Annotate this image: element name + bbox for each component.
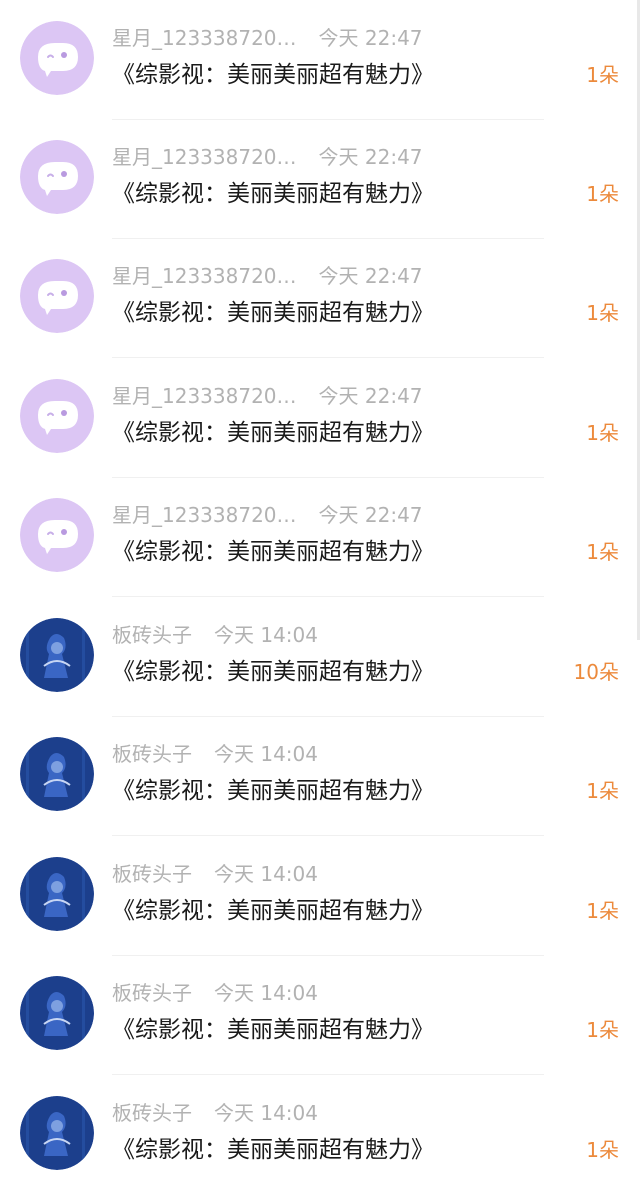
avatar[interactable]	[20, 857, 94, 931]
sender-name[interactable]: 星月_123338720…	[112, 382, 297, 410]
message-meta: 星月_123338720… 今天 22:47	[112, 382, 423, 410]
gift-count: 1朵	[586, 779, 619, 803]
work-title[interactable]: 《综影视：美丽美丽超有魅力》	[112, 774, 434, 808]
avatar[interactable]	[20, 1096, 94, 1170]
message-meta: 板砖头子 今天 14:04	[112, 979, 318, 1007]
message-meta: 板砖头子 今天 14:04	[112, 860, 318, 888]
work-title[interactable]: 《综影视：美丽美丽超有魅力》	[112, 416, 434, 450]
timestamp: 今天 22:47	[318, 384, 423, 408]
avatar[interactable]	[20, 737, 94, 811]
timestamp: 今天 14:04	[214, 862, 318, 886]
ghost-avatar-icon	[20, 379, 94, 453]
gift-count: 1朵	[586, 899, 619, 923]
message-meta: 星月_123338720… 今天 22:47	[112, 143, 423, 171]
message-meta: 板砖头子 今天 14:04	[112, 621, 318, 649]
timestamp: 今天 14:04	[214, 742, 318, 766]
ghost-avatar-icon	[20, 140, 94, 214]
work-title[interactable]: 《综影视：美丽美丽超有魅力》	[112, 655, 434, 689]
timestamp: 今天 22:47	[318, 503, 423, 527]
avatar[interactable]	[20, 259, 94, 333]
work-title[interactable]: 《综影视：美丽美丽超有魅力》	[112, 1013, 434, 1047]
avatar[interactable]	[20, 21, 94, 95]
list-item[interactable]: 星月_123338720… 今天 22:47 《综影视：美丽美丽超有魅力》 1朵	[0, 0, 640, 120]
blue-photo-avatar	[20, 1096, 94, 1170]
avatar[interactable]	[20, 976, 94, 1050]
gift-count: 1朵	[586, 421, 619, 445]
blue-photo-avatar	[20, 618, 94, 692]
list-item[interactable]: 板砖头子 今天 14:04 《综影视：美丽美丽超有魅力》 1朵	[0, 836, 640, 956]
message-meta: 星月_123338720… 今天 22:47	[112, 262, 423, 290]
list-item[interactable]: 星月_123338720… 今天 22:47 《综影视：美丽美丽超有魅力》 1朵	[0, 119, 640, 239]
blue-photo-avatar	[20, 737, 94, 811]
list-item[interactable]: 星月_123338720… 今天 22:47 《综影视：美丽美丽超有魅力》 1朵	[0, 238, 640, 358]
sender-name[interactable]: 板砖头子	[112, 860, 192, 888]
sender-name[interactable]: 星月_123338720…	[112, 143, 297, 171]
sender-name[interactable]: 板砖头子	[112, 1099, 192, 1127]
timestamp: 今天 22:47	[318, 145, 423, 169]
blue-photo-avatar	[20, 857, 94, 931]
list-item[interactable]: 板砖头子 今天 14:04 《综影视：美丽美丽超有魅力》 1朵	[0, 716, 640, 836]
timestamp: 今天 22:47	[318, 26, 423, 50]
sender-name[interactable]: 板砖头子	[112, 979, 192, 1007]
gift-count: 1朵	[586, 182, 619, 206]
avatar[interactable]	[20, 140, 94, 214]
gift-count: 1朵	[586, 1138, 619, 1162]
avatar[interactable]	[20, 379, 94, 453]
ghost-avatar-icon	[20, 21, 94, 95]
work-title[interactable]: 《综影视：美丽美丽超有魅力》	[112, 58, 434, 92]
work-title[interactable]: 《综影视：美丽美丽超有魅力》	[112, 535, 434, 569]
work-title[interactable]: 《综影视：美丽美丽超有魅力》	[112, 894, 434, 928]
list-item[interactable]: 星月_123338720… 今天 22:47 《综影视：美丽美丽超有魅力》 1朵	[0, 358, 640, 478]
message-meta: 板砖头子 今天 14:04	[112, 1099, 318, 1127]
list-item[interactable]: 星月_123338720… 今天 22:47 《综影视：美丽美丽超有魅力》 1朵	[0, 477, 640, 597]
timestamp: 今天 14:04	[214, 1101, 318, 1125]
message-list: 星月_123338720… 今天 22:47 《综影视：美丽美丽超有魅力》 1朵 …	[0, 0, 640, 1184]
work-title[interactable]: 《综影视：美丽美丽超有魅力》	[112, 296, 434, 330]
sender-name[interactable]: 星月_123338720…	[112, 501, 297, 529]
gift-count: 1朵	[586, 540, 619, 564]
ghost-avatar-icon	[20, 498, 94, 572]
sender-name[interactable]: 板砖头子	[112, 621, 192, 649]
timestamp: 今天 14:04	[214, 623, 318, 647]
gift-count: 10朵	[573, 660, 619, 684]
message-meta: 板砖头子 今天 14:04	[112, 740, 318, 768]
timestamp: 今天 22:47	[318, 264, 423, 288]
sender-name[interactable]: 板砖头子	[112, 740, 192, 768]
blue-photo-avatar	[20, 976, 94, 1050]
timestamp: 今天 14:04	[214, 981, 318, 1005]
ghost-avatar-icon	[20, 259, 94, 333]
list-item[interactable]: 板砖头子 今天 14:04 《综影视：美丽美丽超有魅力》 10朵	[0, 597, 640, 717]
avatar[interactable]	[20, 618, 94, 692]
work-title[interactable]: 《综影视：美丽美丽超有魅力》	[112, 1133, 434, 1167]
message-meta: 星月_123338720… 今天 22:47	[112, 24, 423, 52]
gift-count: 1朵	[586, 301, 619, 325]
gift-count: 1朵	[586, 1018, 619, 1042]
message-meta: 星月_123338720… 今天 22:47	[112, 501, 423, 529]
list-item[interactable]: 板砖头子 今天 14:04 《综影视：美丽美丽超有魅力》 1朵	[0, 1075, 640, 1195]
list-item[interactable]: 板砖头子 今天 14:04 《综影视：美丽美丽超有魅力》 1朵	[0, 955, 640, 1075]
avatar[interactable]	[20, 498, 94, 572]
work-title[interactable]: 《综影视：美丽美丽超有魅力》	[112, 177, 434, 211]
gift-count: 1朵	[586, 63, 619, 87]
sender-name[interactable]: 星月_123338720…	[112, 24, 297, 52]
sender-name[interactable]: 星月_123338720…	[112, 262, 297, 290]
